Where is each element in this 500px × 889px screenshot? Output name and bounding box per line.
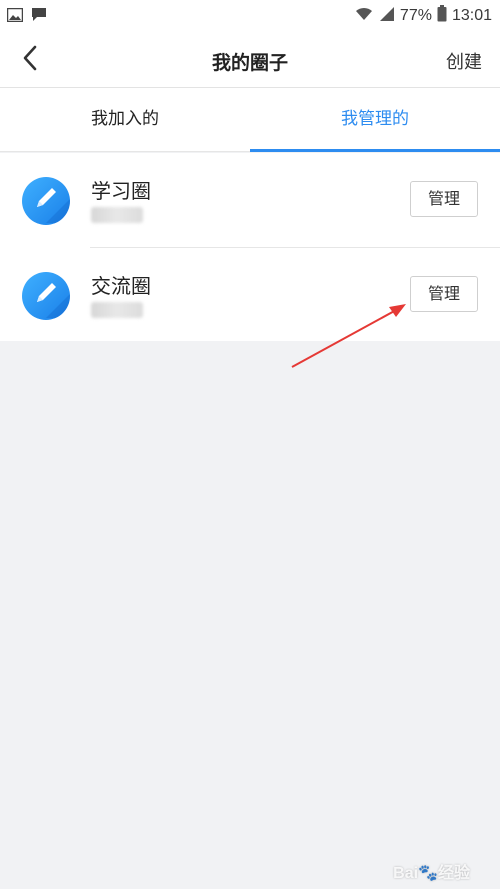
circle-subtitle-blurred <box>91 302 143 318</box>
wifi-icon <box>354 6 374 26</box>
manage-button[interactable]: 管理 <box>410 276 478 312</box>
circle-list: 学习圈 管理 交流圈 管理 <box>0 153 500 341</box>
avatar <box>22 272 70 320</box>
pencil-icon <box>22 272 70 320</box>
signal-icon <box>379 6 395 26</box>
circle-name: 交流圈 <box>91 274 151 298</box>
avatar <box>22 177 70 225</box>
message-icon <box>31 7 47 26</box>
manage-button[interactable]: 管理 <box>410 181 478 217</box>
circle-subtitle-blurred <box>91 207 143 223</box>
tab-joined[interactable]: 我加入的 <box>0 88 250 151</box>
status-bar: 77% 13:01 <box>0 0 500 32</box>
image-icon <box>6 7 24 26</box>
circle-name: 学习圈 <box>91 179 151 203</box>
battery-icon <box>437 5 447 26</box>
battery-percent: 77% <box>399 6 432 24</box>
list-item[interactable]: 学习圈 管理 <box>0 153 500 247</box>
page-title: 我的圈子 <box>211 52 288 74</box>
tab-managed[interactable]: 我管理的 <box>250 88 500 152</box>
watermark-logo: Bai🐾经验 <box>393 865 470 882</box>
create-button[interactable]: 创建 <box>446 48 482 74</box>
pencil-icon <box>22 177 70 225</box>
tab-bar: 我加入的 我管理的 <box>0 88 500 152</box>
list-item[interactable]: 交流圈 管理 <box>22 247 500 341</box>
clock: 13:01 <box>451 6 492 24</box>
navigation-bar: 我的圈子 创建 <box>0 32 500 88</box>
